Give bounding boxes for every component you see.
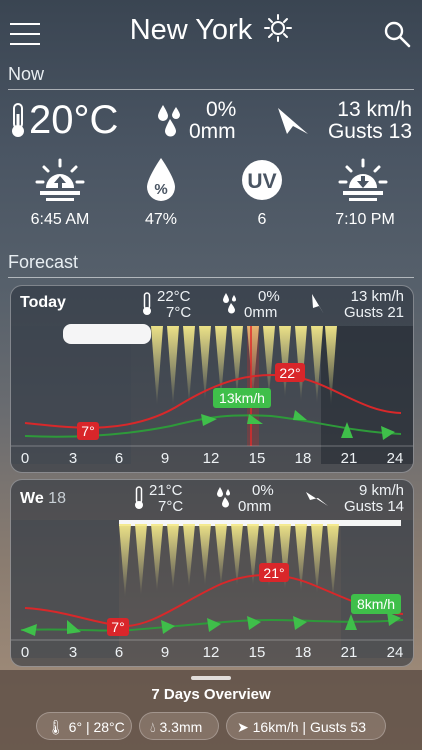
overview-temp-range: 🌡︎ 6° | 28°C xyxy=(36,712,132,740)
temp-min: 7°C xyxy=(158,498,184,515)
wind-direction-icon xyxy=(278,108,308,134)
hour-tick: 6 xyxy=(115,644,123,661)
overview-precipitation-text: 3.3mm xyxy=(159,719,203,735)
hour-tick: 18 xyxy=(295,450,312,467)
precipitation-percent: 0% xyxy=(206,98,237,121)
forecast-label: Forecast xyxy=(8,252,79,272)
hour-tick: 12 xyxy=(203,644,220,661)
wind-direction-icon xyxy=(312,294,324,314)
hour-tick: 24 xyxy=(387,644,404,661)
sunset-time: 7:10 PM xyxy=(335,211,395,228)
hour-tick: 0 xyxy=(21,644,29,661)
overview-precipitation: 💧︎ 3.3mm xyxy=(139,712,219,740)
hour-tick: 6 xyxy=(115,450,123,467)
wind-speed-label: 13km/h xyxy=(219,390,265,406)
temp-max: 21°C xyxy=(149,482,183,499)
hour-tick: 15 xyxy=(249,644,266,661)
hour-tick: 21 xyxy=(341,644,358,661)
precipitation-percent: 0% xyxy=(252,482,274,499)
precipitation-amount: 0mm xyxy=(189,120,236,143)
forecast-divider xyxy=(8,277,414,278)
precipitation-icon xyxy=(217,487,230,508)
wind-gusts: Gusts 21 xyxy=(343,304,404,321)
hour-tick: 9 xyxy=(161,450,169,467)
humidity-icon: % xyxy=(147,158,175,201)
precipitation-amount: 0mm xyxy=(244,304,278,321)
temp-min: 7°C xyxy=(166,304,192,321)
now-label: Now xyxy=(8,64,45,84)
hour-tick: 9 xyxy=(161,644,169,661)
min-temp-label: 7° xyxy=(81,423,94,439)
sunshine-bars xyxy=(119,524,339,598)
hour-tick: 12 xyxy=(203,450,220,467)
day-date: 18 xyxy=(48,490,66,507)
precipitation-icon xyxy=(223,293,236,314)
hour-tick: 24 xyxy=(387,450,404,467)
droplet-icon: 💧︎ xyxy=(150,719,156,735)
wind-speed: 9 km/h xyxy=(358,482,404,499)
sunrise-time: 6:45 AM xyxy=(30,211,90,228)
day-name: We xyxy=(20,490,44,507)
svg-text:UV: UV xyxy=(247,170,276,193)
forecast-card-wednesday[interactable]: 7° 21° 8km/h 0 3 6 9 12 15 18 21 24 We 1… xyxy=(10,479,414,667)
night-shade xyxy=(11,520,119,658)
wind-speed: 13 km/h xyxy=(337,98,412,121)
wind-gusts: Gusts 14 xyxy=(343,498,404,515)
thermometer-icon xyxy=(12,103,24,137)
precipitation-icon xyxy=(158,105,180,137)
humidity-value: 47% xyxy=(144,211,178,228)
wind-direction-icon xyxy=(306,492,328,506)
precipitation-percent: 0% xyxy=(258,288,280,305)
svg-text:%: % xyxy=(154,181,167,198)
thermometer-icon: 🌡︎ xyxy=(47,719,65,735)
now-divider xyxy=(8,89,414,90)
overview-wind-text: 16km/h | Gusts 53 xyxy=(252,719,366,735)
current-temperature: 20°C xyxy=(29,98,119,142)
overview-wind: ➤ 16km/h | Gusts 53 xyxy=(226,712,386,740)
hour-tick: 18 xyxy=(295,644,312,661)
sunrise-icon xyxy=(35,158,85,201)
uv-index-value: 6 xyxy=(257,211,267,228)
sunset-icon xyxy=(338,158,388,201)
wind-speed-label: 8km/h xyxy=(357,596,395,612)
drag-handle[interactable] xyxy=(191,676,231,680)
wind-direction-icon: ➤ xyxy=(237,719,249,735)
city-title[interactable]: New York xyxy=(0,14,422,47)
overview-title: 7 Days Overview xyxy=(151,686,271,703)
cloud-icon xyxy=(63,324,151,344)
day-label: Today xyxy=(20,294,66,311)
temp-max: 22°C xyxy=(157,288,191,305)
current-time-band xyxy=(247,326,259,446)
max-temp-label: 21° xyxy=(263,565,284,581)
min-temp-label: 7° xyxy=(111,619,124,635)
hour-tick: 21 xyxy=(341,450,358,467)
night-shade xyxy=(11,326,131,464)
max-temp-label: 22° xyxy=(279,365,300,381)
night-shade xyxy=(341,520,413,658)
uv-index-icon: UV xyxy=(242,160,282,200)
precipitation-amount: 0mm xyxy=(238,498,272,515)
wind-gusts: Gusts 13 xyxy=(327,120,412,143)
day-label: We 18 xyxy=(20,490,66,508)
sun-icon xyxy=(264,14,293,42)
thermometer-icon xyxy=(135,486,143,509)
wind-speed: 13 km/h xyxy=(350,288,404,305)
thermometer-icon xyxy=(143,292,151,315)
city-name: New York xyxy=(129,14,253,46)
search-icon[interactable] xyxy=(383,20,411,48)
hour-tick: 3 xyxy=(69,450,77,467)
overview-temp-range-text: 6° | 28°C xyxy=(68,719,125,735)
hour-tick: 3 xyxy=(69,644,77,661)
hour-tick: 15 xyxy=(249,450,266,467)
hour-tick: 0 xyxy=(21,450,29,467)
forecast-card-today[interactable]: 7° 22° 13km/h 0 3 6 9 12 15 18 21 24 Tod… xyxy=(10,285,414,473)
